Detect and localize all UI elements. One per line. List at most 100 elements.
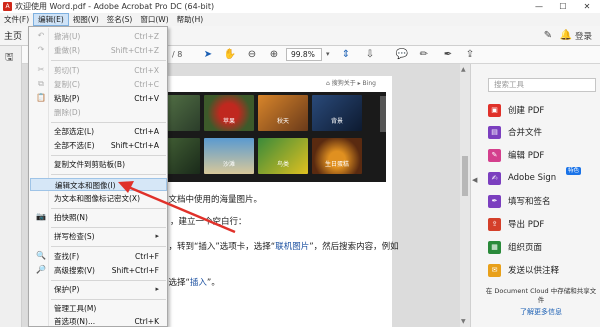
image-caption: 生日蛋糕	[324, 161, 349, 168]
fit-page-icon[interactable]: ⇕	[338, 47, 354, 63]
menu-item-redo[interactable]: ↷ 重做(R) Shift+Ctrl+Z	[30, 44, 167, 57]
menu-view[interactable]: 视图(V)	[69, 13, 103, 26]
menu-item-label: 复制(C)	[54, 80, 81, 89]
menu-item-shortcut: Ctrl+Z	[134, 32, 159, 41]
scroll-down-icon[interactable]: ▼	[461, 318, 466, 325]
tool-edit-pdf[interactable]: ✎ 编辑 PDF	[488, 147, 598, 163]
tool-label: 编辑 PDF	[508, 151, 545, 161]
image-tile[interactable]	[258, 138, 308, 174]
insert-link[interactable]: 插入	[190, 278, 207, 288]
hand-tool-icon[interactable]: ✋	[222, 47, 238, 63]
scroll-mode-icon[interactable]: ⇩	[362, 47, 378, 63]
menu-item-redact[interactable]: 为文本和图像标记密文(X)	[30, 192, 167, 205]
menu-item-select-all[interactable]: 全部选定(L) Ctrl+A	[30, 125, 167, 138]
tool-send-comments[interactable]: ✉ 发送以供注释	[488, 262, 598, 278]
menu-item-protect[interactable]: 保护(P) ▸	[30, 283, 167, 296]
create-pdf-icon: ▣	[488, 103, 501, 117]
learn-more-link[interactable]: 了解更多信息	[484, 307, 598, 317]
submenu-arrow-icon: ▸	[155, 285, 159, 293]
scissors-icon: ✂	[37, 65, 45, 74]
image-tile[interactable]	[312, 138, 362, 174]
pen-icon[interactable]: ✎	[540, 28, 556, 44]
menu-item-undo[interactable]: ↶ 撤消(U) Ctrl+Z	[30, 30, 167, 43]
menu-item-copy[interactable]: ⧉ 复制(C) Ctrl+C	[30, 78, 167, 91]
menu-help[interactable]: 帮助(H)	[173, 13, 208, 26]
menu-item-edit-text-images[interactable]: 编辑文本和图像(I)	[30, 178, 167, 191]
menu-item-copy-file-to-clipboard[interactable]: 复制文件到剪贴板(B)	[30, 158, 167, 171]
tool-organize-pages[interactable]: ▦ 组织页面	[488, 239, 598, 255]
doc-line-4: 后选择“插入”。	[160, 276, 220, 288]
online-image-grid: 苹果 秋天 背景 沙滩 鸟类 生日蛋糕	[148, 92, 386, 182]
scroll-thumb[interactable]	[462, 156, 468, 196]
tool-label: 创建 PDF	[508, 106, 545, 116]
zoom-in-icon[interactable]: ⊕	[266, 47, 282, 63]
tools-search-input[interactable]: 搜索工具	[488, 78, 596, 92]
tool-fill-sign[interactable]: ✒ 填写和签名	[488, 193, 598, 209]
zoom-field[interactable]: 99.8%	[286, 48, 322, 61]
comment-icon[interactable]: 💬	[394, 47, 410, 63]
menu-item-cut[interactable]: ✂ 剪切(T) Ctrl+X	[30, 64, 167, 77]
image-tile[interactable]	[204, 138, 254, 174]
tool-adobe-sign[interactable]: ✍ Adobe Sign	[488, 170, 598, 186]
scroll-up-icon[interactable]: ▲	[461, 66, 466, 73]
menu-item-label: 保护(P)	[54, 285, 80, 294]
menu-edit[interactable]: 编辑(E)	[33, 13, 69, 26]
sign-icon[interactable]: ✒	[440, 47, 456, 63]
zoom-dropdown-icon[interactable]: ▾	[326, 50, 330, 58]
menu-item-manage-tools[interactable]: 管理工具(M)	[30, 302, 167, 315]
adobe-sign-icon: ✍	[488, 171, 501, 185]
close-button[interactable]: ✕	[576, 0, 598, 13]
collapse-panel-icon[interactable]: ◀	[472, 176, 480, 190]
highlight-pen-icon[interactable]: ✏	[416, 47, 432, 63]
tab-home[interactable]: 主页	[4, 29, 22, 42]
menu-item-spell-check[interactable]: 拼写检查(S) ▸	[30, 230, 167, 243]
redo-icon: ↷	[37, 45, 45, 54]
menu-separator	[51, 174, 166, 175]
zoom-out-icon[interactable]: ⊖	[244, 47, 260, 63]
menu-item-advanced-search[interactable]: 🔎 高级搜索(V) Shift+Ctrl+F	[30, 264, 167, 277]
image-caption: 背景	[330, 118, 343, 125]
menu-separator	[51, 246, 166, 247]
menu-sign[interactable]: 签名(S)	[103, 13, 137, 26]
maximize-button[interactable]: ☐	[552, 0, 574, 13]
share-icon[interactable]: ⇪	[462, 47, 478, 63]
menu-item-label: 删除(D)	[54, 108, 81, 117]
image-tile[interactable]	[204, 95, 254, 131]
menu-item-label: 高级搜索(V)	[54, 266, 95, 275]
minimize-button[interactable]: —	[528, 0, 550, 13]
tool-label: 填写和签名	[508, 197, 551, 207]
save-icon[interactable]: 🖫	[5, 50, 14, 67]
menu-separator	[51, 299, 166, 300]
select-cursor-icon[interactable]: ➤	[200, 47, 216, 63]
tool-label: Adobe Sign	[508, 173, 557, 183]
signin-button[interactable]: 登录	[575, 30, 592, 42]
title-bar: A 欢迎使用 Word.pdf - Adobe Acrobat Pro DC (…	[0, 0, 600, 13]
online-pictures-link[interactable]: 联机图片	[275, 242, 309, 252]
menu-item-deselect-all[interactable]: 全部不选(E) Shift+Ctrl+A	[30, 139, 167, 152]
menu-item-label: 撤消(U)	[54, 32, 81, 41]
menu-window[interactable]: 窗口(W)	[136, 13, 172, 26]
tool-export-pdf[interactable]: ⇪ 导出 PDF	[488, 216, 598, 232]
menu-item-paste[interactable]: 📋 粘贴(P) Ctrl+V	[30, 92, 167, 105]
menu-item-label: 全部选定(L)	[54, 127, 95, 136]
image-tile[interactable]	[258, 95, 308, 131]
menu-item-label: 复制文件到剪贴板(B)	[54, 160, 125, 169]
send-comments-icon: ✉	[488, 263, 501, 277]
image-caption: 沙滩	[222, 161, 235, 168]
menu-item-label: 拼写检查(S)	[54, 232, 95, 241]
tool-combine-files[interactable]: ▤ 合并文件	[488, 124, 598, 140]
menu-item-label: 重做(R)	[54, 46, 81, 55]
menu-item-snapshot[interactable]: 📷 拍快照(N)	[30, 211, 167, 224]
bell-icon[interactable]: 🔔	[558, 28, 574, 44]
document-scrollbar[interactable]: ▲ ▼	[460, 64, 470, 327]
menu-item-delete[interactable]: 删除(D)	[30, 106, 167, 119]
menu-item-preferences[interactable]: 首选项(N)... Ctrl+K	[30, 315, 167, 327]
tool-create-pdf[interactable]: ▣ 创建 PDF	[488, 102, 598, 118]
image-grid-scrollbar[interactable]	[380, 96, 386, 132]
menu-item-shortcut: Ctrl+K	[134, 317, 159, 326]
menu-item-find[interactable]: 🔍 查找(F) Ctrl+F	[30, 250, 167, 263]
tool-label: 发送以供注释	[508, 266, 560, 276]
menu-file[interactable]: 文件(F)	[0, 13, 33, 26]
document-cloud-promo: 在 Document Cloud 中存储和共享文件	[485, 287, 597, 304]
image-tile[interactable]	[312, 95, 362, 131]
